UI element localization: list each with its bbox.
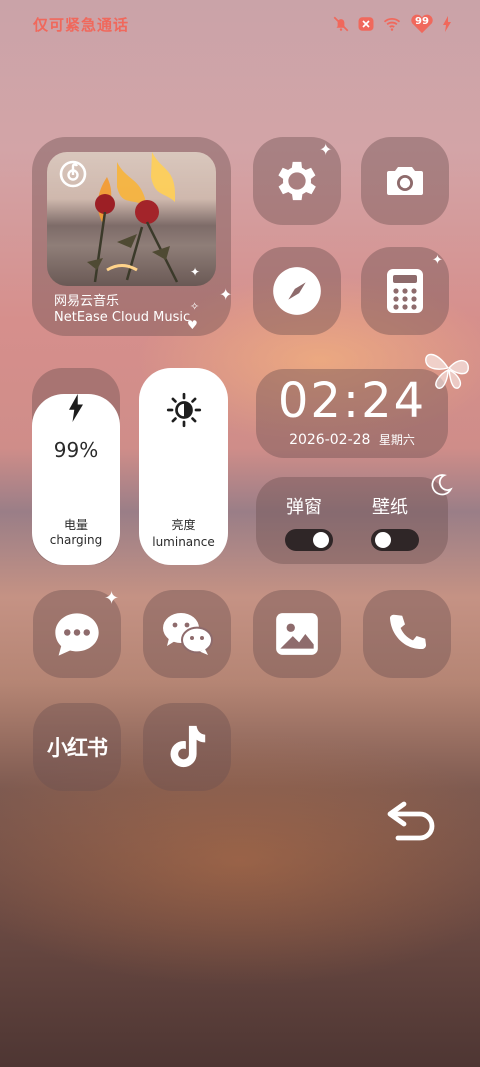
wifi-icon: [383, 17, 401, 31]
sparkle-icon: ✧: [190, 300, 200, 313]
netease-logo-icon: [59, 160, 87, 188]
lightning-icon: [69, 394, 83, 422]
camera-icon: [387, 167, 423, 195]
no-sim-icon: [358, 17, 374, 31]
muted-bell-icon: [333, 16, 349, 32]
camera-app[interactable]: [361, 137, 449, 225]
music-app-name: 网易云音乐: [54, 294, 120, 309]
sparkle-icon: ✦: [219, 285, 233, 304]
compass-icon: [273, 267, 321, 315]
sparkle-icon: ✦: [190, 265, 201, 279]
clock-widget[interactable]: 02:24 2026-02-28 星期六: [256, 369, 448, 458]
toggle-knob: [375, 532, 391, 548]
brightness-label-en: luminance: [152, 535, 215, 549]
butterfly-icon: [425, 353, 469, 389]
battery-label-cn: 电量: [63, 518, 88, 532]
clock-date: 2026-02-28: [289, 432, 371, 448]
xiaohongshu-app[interactable]: 小红书: [33, 703, 121, 791]
music-widget[interactable]: 网易云音乐 NetEase Cloud Music: [32, 137, 231, 336]
brightness-widget[interactable]: 亮度 luminance: [139, 368, 228, 565]
phone-icon: [389, 614, 427, 650]
battery-level-text: 99: [415, 16, 429, 27]
calculator-icon: [387, 269, 423, 313]
tiktok-app[interactable]: [143, 703, 231, 791]
sparkle-icon: ✦: [104, 588, 120, 609]
clock-weekday: 星期六: [378, 433, 415, 447]
status-bar: 仅可紧急通话 99: [0, 0, 480, 48]
sun-icon: [166, 392, 202, 428]
settings-gear-icon: [278, 161, 316, 201]
brightness-label-cn: 亮度: [171, 518, 196, 532]
wallpaper-toggle[interactable]: [371, 529, 419, 551]
sparkle-icon: ✦: [319, 140, 333, 159]
battery-widget[interactable]: 99% 电量 charging: [32, 394, 120, 565]
battery-icon: 99: [409, 14, 435, 34]
gallery-icon: [276, 613, 318, 655]
toggles-widget: 弹窗 壁纸: [256, 477, 448, 564]
wechat-icon: [163, 613, 213, 655]
toggle-knob: [313, 532, 329, 548]
sparkle-icon: ✦: [432, 253, 443, 268]
popup-toggle[interactable]: [285, 529, 333, 551]
tiktok-icon: [170, 725, 206, 768]
xiaohongshu-label: 小红书: [47, 736, 108, 760]
message-icon: [55, 613, 99, 656]
phone-app[interactable]: [363, 590, 451, 678]
back-arrow-icon[interactable]: [386, 800, 438, 842]
clock-date-row: 2026-02-28 星期六: [256, 431, 448, 448]
wechat-app[interactable]: [143, 590, 231, 678]
popup-toggle-label: 弹窗: [286, 497, 322, 518]
compass-app[interactable]: [253, 247, 341, 335]
battery-percent: 99%: [53, 438, 99, 462]
gallery-app[interactable]: [253, 590, 341, 678]
moon-icon: [431, 474, 453, 496]
charging-bolt-icon: [443, 16, 451, 32]
wallpaper-toggle-label: 壁纸: [372, 497, 408, 518]
music-app-name-en: NetEase Cloud Music: [54, 310, 191, 325]
heart-icon: ♥: [187, 318, 198, 332]
status-icons: 99: [332, 14, 452, 34]
battery-label-en: charging: [49, 533, 103, 547]
clock-time: 02:24: [277, 373, 427, 429]
carrier-text: 仅可紧急通话: [33, 16, 130, 34]
